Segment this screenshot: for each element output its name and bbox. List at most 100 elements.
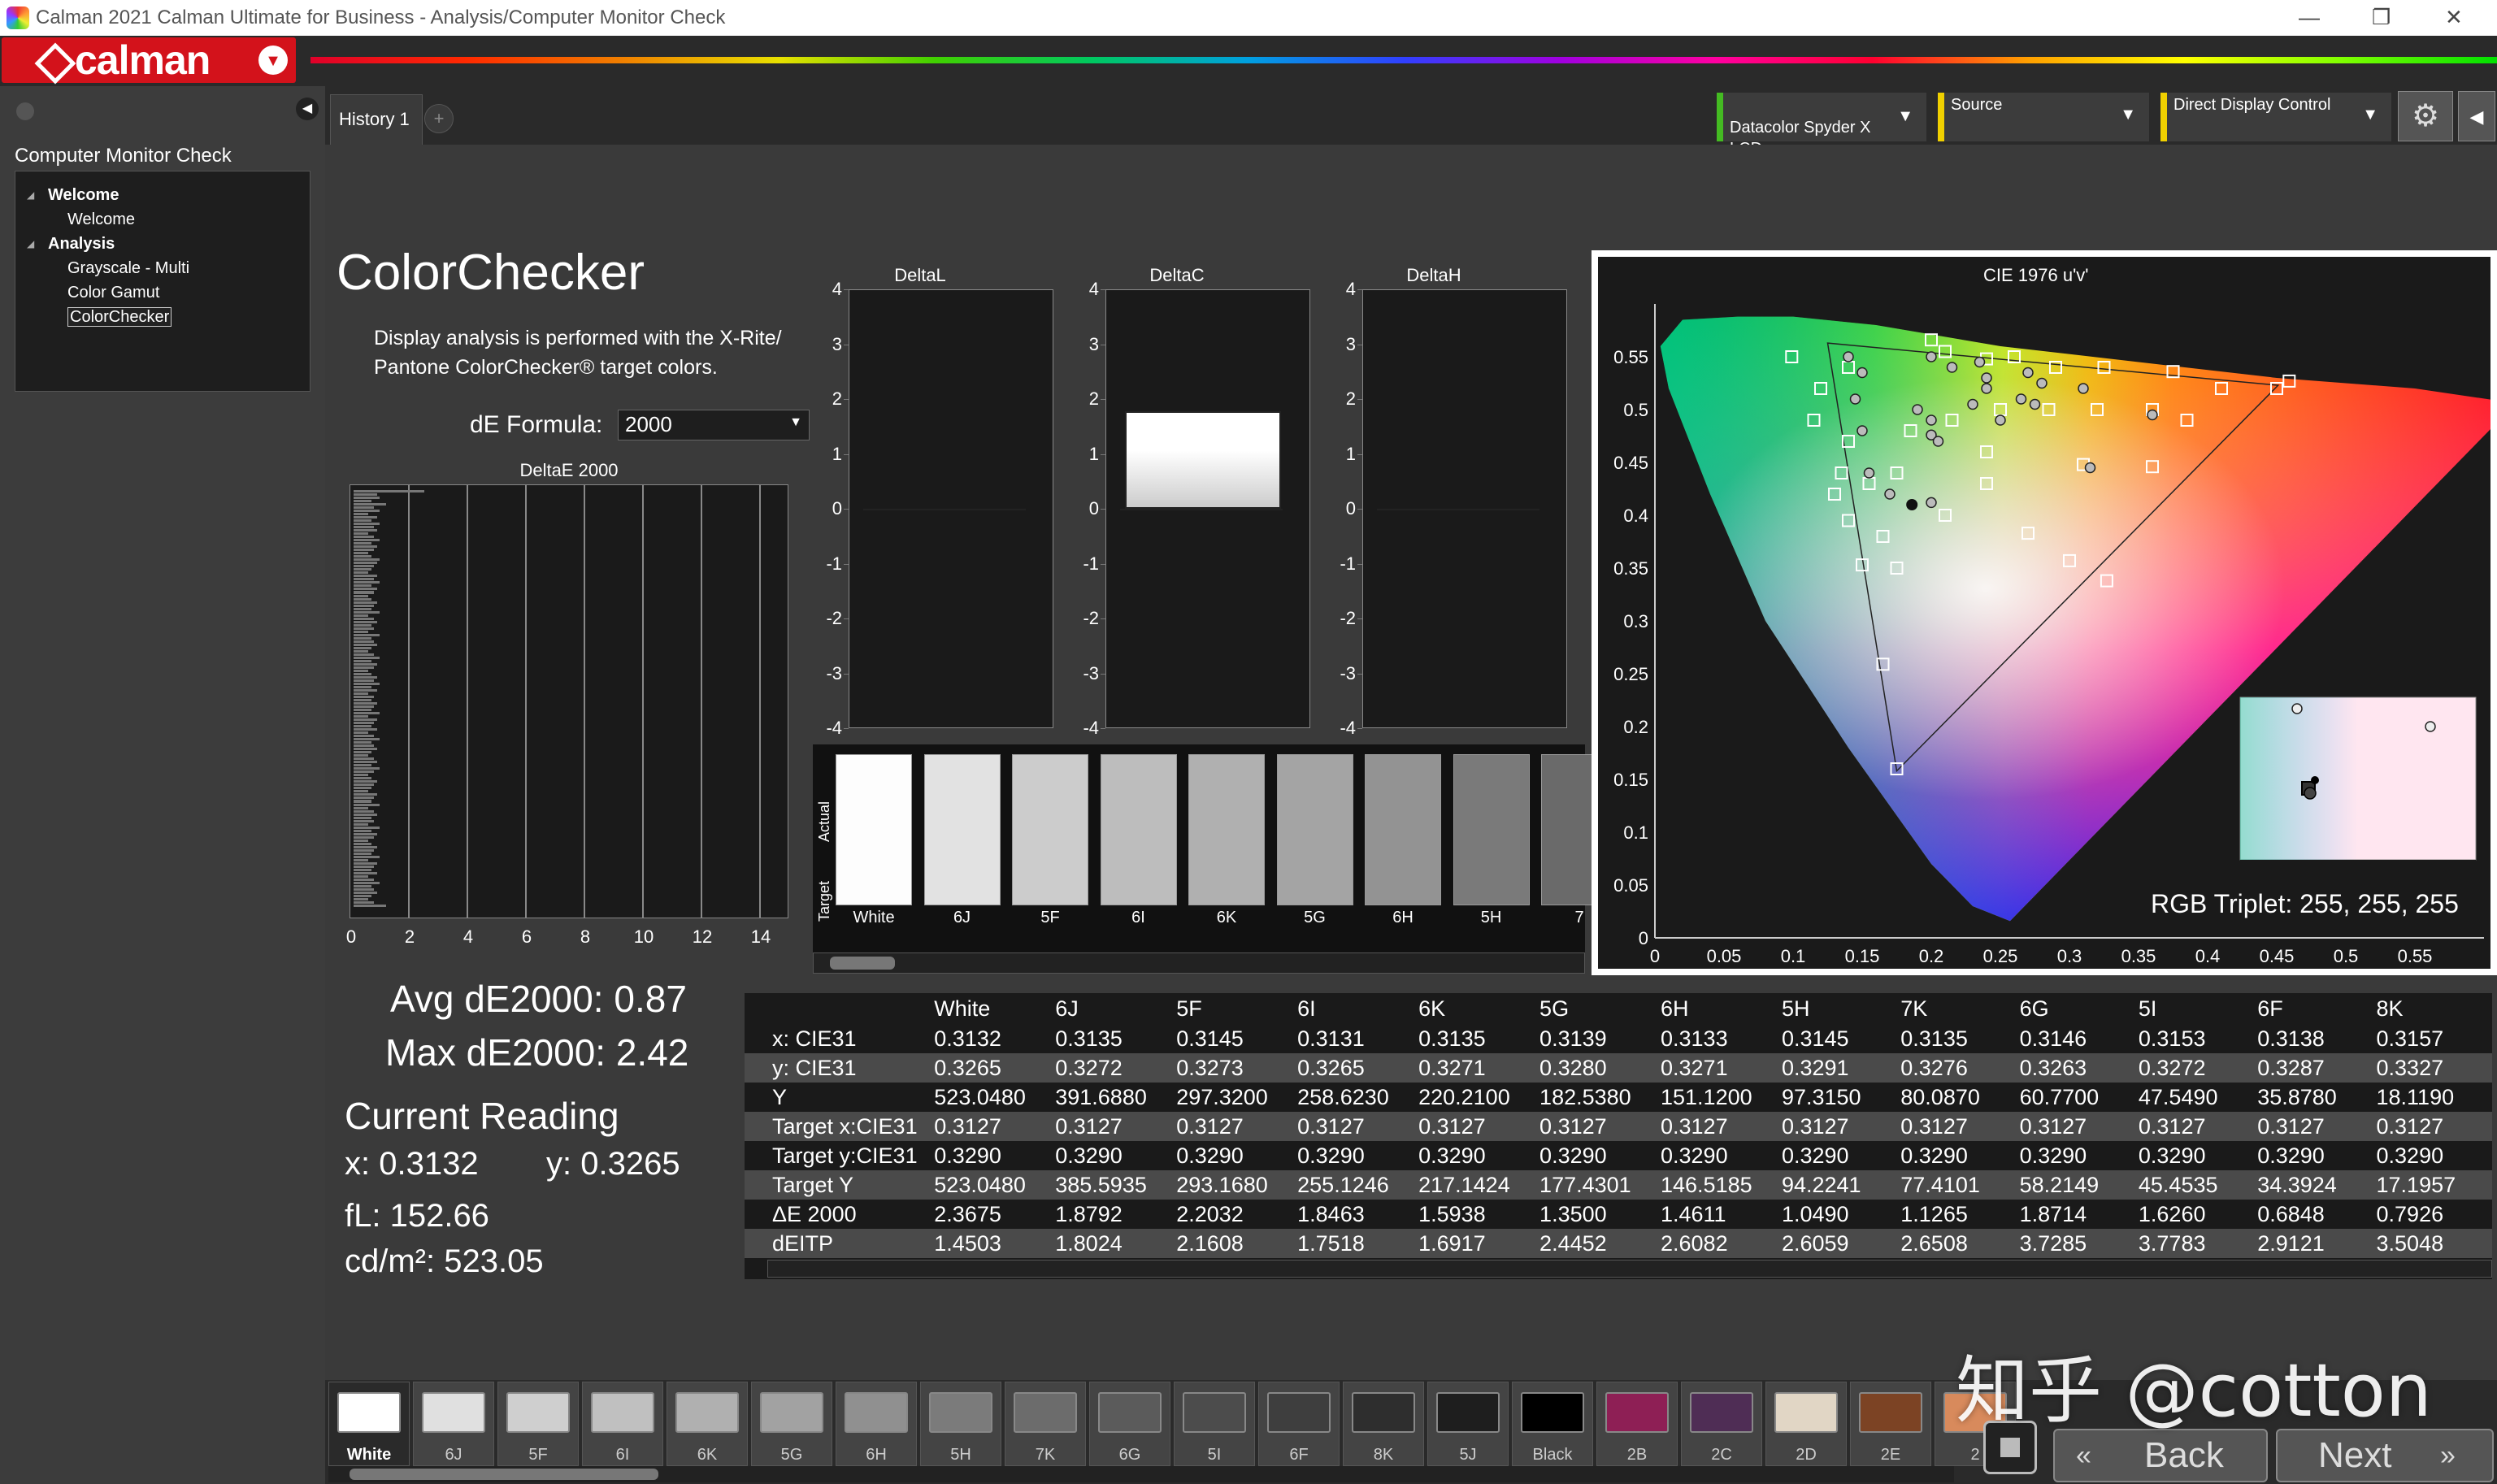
table-cell: 35.8780 bbox=[2257, 1084, 2337, 1109]
bottom-patch-2c[interactable]: 2C bbox=[1681, 1382, 1762, 1466]
column-header: 6K bbox=[1418, 996, 1446, 1021]
column-header: 5G bbox=[1539, 996, 1570, 1021]
histogram-bar bbox=[354, 757, 375, 761]
tree-item-grayscale-multi[interactable]: Grayscale - Multi bbox=[15, 256, 310, 280]
delta-y-tick: -3 bbox=[1340, 662, 1356, 683]
measured-marker bbox=[1884, 488, 1896, 500]
bottom-patch-5j[interactable]: 5J bbox=[1427, 1382, 1509, 1466]
histogram-bar bbox=[354, 800, 371, 803]
tree-item-analysis-group[interactable]: ◢ Analysis bbox=[15, 232, 310, 256]
delta-tick-line bbox=[1101, 618, 1105, 619]
tree-item-welcome[interactable]: Welcome bbox=[15, 207, 310, 232]
table-cell: 0.3265 bbox=[1297, 1055, 1365, 1080]
patch-color bbox=[1774, 1392, 1838, 1433]
scroll-thumb[interactable] bbox=[350, 1469, 658, 1480]
histogram-bar bbox=[354, 725, 371, 728]
histogram-bar bbox=[354, 532, 368, 536]
histogram-bar bbox=[354, 744, 375, 748]
source-dropdown[interactable]: Source ▼ bbox=[1938, 93, 2149, 141]
delta-tick-line bbox=[1357, 509, 1362, 510]
target-label: Target bbox=[816, 880, 832, 922]
bottom-scrollbar[interactable] bbox=[328, 1466, 1954, 1482]
sidebar-collapse-icon[interactable]: ◀ bbox=[296, 98, 319, 120]
measured-marker bbox=[2029, 398, 2041, 410]
zoom-inset-shade bbox=[2240, 697, 2476, 860]
sidebar-pin-icon[interactable] bbox=[16, 102, 34, 120]
table-scrollbar[interactable] bbox=[767, 1260, 2492, 1278]
bottom-patch-5f[interactable]: 5F bbox=[497, 1382, 579, 1466]
measured-marker bbox=[1981, 372, 1992, 384]
cie-title: CIE 1976 u'v' bbox=[1983, 265, 2089, 285]
settings-gear-icon[interactable]: ⚙ bbox=[2398, 91, 2453, 141]
delta-y-tick: -1 bbox=[1340, 553, 1356, 574]
bottom-patch-6i[interactable]: 6I bbox=[582, 1382, 663, 1466]
de-formula-select[interactable]: 2000 ▼ bbox=[618, 410, 810, 440]
patch-strip-scrollbar[interactable] bbox=[813, 952, 1585, 974]
expand-icon[interactable]: ◢ bbox=[27, 232, 34, 256]
bottom-patch-6h[interactable]: 6H bbox=[836, 1382, 917, 1466]
tree-item-color-gamut[interactable]: Color Gamut bbox=[15, 280, 310, 305]
bottom-patch-6f[interactable]: 6F bbox=[1258, 1382, 1340, 1466]
expand-icon[interactable]: ◢ bbox=[27, 183, 34, 207]
delta-y-tick: 3 bbox=[1345, 333, 1356, 354]
histogram-bar bbox=[354, 607, 371, 610]
delta-tick-line bbox=[1357, 563, 1362, 565]
column-header: White bbox=[934, 996, 991, 1021]
histogram-bar bbox=[354, 493, 377, 497]
delta-y-tick: 4 bbox=[832, 279, 842, 299]
histogram-bar bbox=[354, 643, 377, 646]
patch-color bbox=[675, 1392, 739, 1433]
table-cell: 0.3327 bbox=[2376, 1055, 2444, 1080]
bottom-patch-black[interactable]: Black bbox=[1512, 1382, 1593, 1466]
right-panel-collapse-icon[interactable]: ◀ bbox=[2458, 91, 2495, 141]
delta-y-tick: 4 bbox=[1088, 279, 1099, 299]
table-cell: 97.3150 bbox=[1781, 1084, 1861, 1109]
bottom-patch-white[interactable]: White bbox=[328, 1382, 410, 1466]
column-header: 6G bbox=[2019, 996, 2049, 1021]
measured-marker bbox=[1926, 351, 1937, 362]
bottom-patch-2d[interactable]: 2D bbox=[1765, 1382, 1847, 1466]
add-tab-button[interactable]: + bbox=[424, 104, 454, 133]
minimize-icon[interactable]: — bbox=[2299, 5, 2320, 30]
histogram-bar bbox=[354, 868, 371, 871]
tree-item-welcome-group[interactable]: ◢ Welcome bbox=[15, 183, 310, 207]
bottom-patch-5h[interactable]: 5H bbox=[920, 1382, 1001, 1466]
calman-logo[interactable]: calman ▼ bbox=[2, 37, 296, 83]
table-cell: 0.3127 bbox=[2257, 1113, 2325, 1139]
tab-history-1[interactable]: History 1 bbox=[330, 94, 423, 145]
histogram-bar bbox=[354, 662, 377, 666]
bottom-patch-7k[interactable]: 7K bbox=[1005, 1382, 1086, 1466]
delta-y-tick: -1 bbox=[826, 553, 842, 574]
table-cell: 0.3145 bbox=[1176, 1026, 1244, 1051]
patch-label: 5J bbox=[1459, 1446, 1477, 1464]
bottom-patch-2b[interactable]: 2B bbox=[1596, 1382, 1678, 1466]
bottom-patch-5g[interactable]: 5G bbox=[751, 1382, 832, 1466]
histogram-bar bbox=[354, 865, 375, 868]
bottom-patch-6g[interactable]: 6G bbox=[1089, 1382, 1170, 1466]
histogram-bar bbox=[354, 552, 368, 555]
bottom-patch-2e[interactable]: 2E bbox=[1850, 1382, 1931, 1466]
close-icon[interactable]: ✕ bbox=[2445, 5, 2463, 30]
cie-x-tick: 0.55 bbox=[2398, 946, 2433, 966]
bottom-patch-6j[interactable]: 6J bbox=[413, 1382, 494, 1466]
display-dropdown[interactable]: Direct Display Control ▼ bbox=[2160, 93, 2391, 141]
measured-marker bbox=[2036, 377, 2048, 389]
meter-dropdown[interactable]: Datacolor Spyder X LCD ▼ bbox=[1717, 93, 1926, 158]
bottom-patch-6k[interactable]: 6K bbox=[667, 1382, 748, 1466]
deltae-histogram bbox=[350, 484, 788, 918]
bottom-patch-5i[interactable]: 5I bbox=[1174, 1382, 1255, 1466]
histogram-bar bbox=[354, 630, 368, 633]
table-cell: 0.3290 bbox=[2019, 1143, 2087, 1168]
bottom-patch-8k[interactable]: 8K bbox=[1343, 1382, 1424, 1466]
maximize-icon[interactable]: ❐ bbox=[2372, 5, 2391, 30]
histogram-bar bbox=[354, 722, 375, 725]
delta-y-tick: 2 bbox=[1345, 388, 1356, 409]
histogram-bar bbox=[354, 884, 371, 887]
histogram-bar bbox=[354, 780, 377, 783]
scroll-thumb[interactable] bbox=[830, 957, 895, 970]
logo-menu-chevron-icon[interactable]: ▼ bbox=[258, 46, 288, 75]
gridline bbox=[467, 485, 468, 918]
measured-marker bbox=[2015, 393, 2027, 405]
next-label: Next bbox=[2318, 1435, 2392, 1475]
tree-item-colorchecker[interactable]: ColorChecker bbox=[15, 305, 310, 329]
